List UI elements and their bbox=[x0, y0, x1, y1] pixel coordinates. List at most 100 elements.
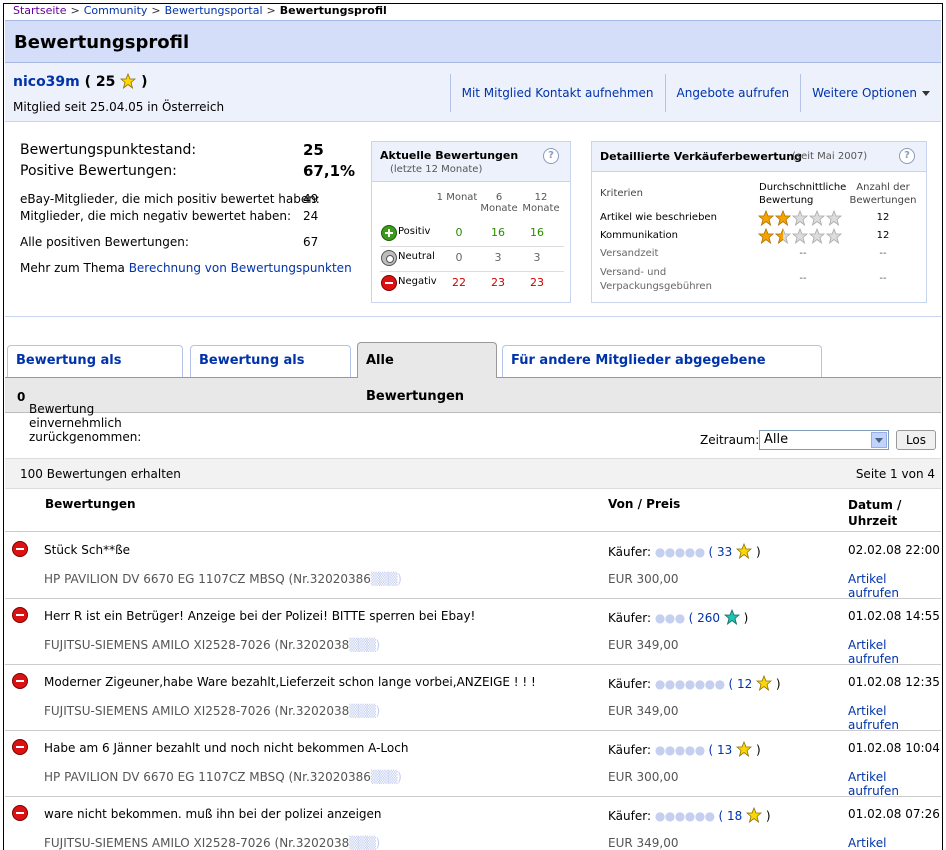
buyer-score[interactable]: 12 bbox=[737, 677, 752, 691]
criterion-count: 12 bbox=[876, 212, 890, 223]
buyer-name-obscured[interactable]: ●●●●●●● bbox=[655, 677, 725, 691]
star-icon bbox=[736, 543, 753, 559]
feedback-summary: Bewertungspunktestand: 25 Positive Bewer… bbox=[5, 123, 941, 317]
more-options-menu[interactable]: Weitere Optionen bbox=[800, 74, 941, 112]
positive-icon bbox=[381, 225, 397, 241]
recent-row-negative: Negativ 22 23 23 bbox=[380, 272, 564, 297]
buyer-name-obscured[interactable]: ●●●●● bbox=[655, 545, 705, 559]
rating-star bbox=[825, 228, 843, 244]
view-item-link[interactable]: Artikel aufrufen bbox=[848, 836, 941, 850]
item-price: EUR 349,00 bbox=[608, 638, 679, 652]
feedback-date: 01.02.08 14:55 bbox=[848, 609, 940, 623]
star-icon bbox=[736, 741, 753, 757]
tab-buyer-feedback[interactable]: Bewertung als Käufer bbox=[190, 345, 351, 398]
cell: 3 bbox=[494, 251, 502, 264]
rating-stars bbox=[758, 228, 843, 244]
detailed-ratings-box: Detaillierte Verkäuferbewertung (seit Ma… bbox=[591, 141, 927, 303]
cell: 0 bbox=[455, 226, 463, 239]
criteria-header: Kriterien bbox=[600, 188, 643, 199]
negative-icon bbox=[12, 805, 28, 821]
negative-icon bbox=[12, 673, 28, 689]
table-header: Bewertungen Von / Preis Datum / Uhrzeit bbox=[5, 489, 941, 532]
detailed-ratings-since: (seit Mai 2007) bbox=[792, 151, 868, 162]
neg-members-label: Mitglieder, die mich negativ bewertet ha… bbox=[20, 209, 292, 223]
more-info: Mehr zum Thema Berechnung von Bewertungs… bbox=[20, 261, 352, 275]
buyer-name-obscured[interactable]: ●●● bbox=[655, 611, 685, 625]
buyer-name-obscured[interactable]: ●●●●● bbox=[655, 743, 705, 757]
score-value: 25 bbox=[303, 141, 324, 159]
breadcrumb-bewertungsportal[interactable]: Bewertungsportal bbox=[165, 4, 263, 17]
tab-bar: Bewertung als Verkäufer Bewertung als Kä… bbox=[5, 342, 941, 404]
score-calculation-link[interactable]: Berechnung von Bewertungspunkten bbox=[129, 261, 352, 275]
buyer-name-obscured[interactable]: ●●●●●● bbox=[655, 809, 715, 823]
help-icon[interactable]: ? bbox=[543, 148, 559, 164]
buyer-score[interactable]: 33 bbox=[717, 545, 732, 559]
cell: 16 bbox=[491, 226, 505, 239]
table-row: Stück Sch**ße Käufer: ●●●●● ( 33 ) 02.02… bbox=[5, 533, 941, 600]
page-indicator: Seite 1 von 4 bbox=[855, 467, 935, 481]
table-row: ware nicht bekommen. muß ihn bei der pol… bbox=[5, 797, 941, 850]
feedback-comment: Herr R ist ein Betrüger! Anzeige bei der… bbox=[44, 609, 476, 623]
cell: 22 bbox=[452, 276, 466, 289]
item-price: EUR 349,00 bbox=[608, 836, 679, 850]
star-icon bbox=[756, 675, 773, 691]
buyer-prefix: Käufer: bbox=[608, 677, 651, 691]
rating-star bbox=[791, 228, 809, 244]
rating-star bbox=[758, 228, 775, 244]
filter-bar: Zeitraum: Alle Los bbox=[5, 414, 941, 459]
item-price: EUR 349,00 bbox=[608, 704, 679, 718]
feedback-comment: Habe am 6 Jänner bezahlt und noch nicht … bbox=[44, 741, 409, 755]
detailed-ratings-header: Detaillierte Verkäuferbewertung (seit Ma… bbox=[592, 142, 926, 172]
header-date: Datum / Uhrzeit bbox=[848, 498, 902, 528]
buyer-prefix: Käufer: bbox=[608, 743, 651, 757]
feedback-date: 02.02.08 22:00 bbox=[848, 543, 940, 557]
count-bar: 100 Bewertungen erhalten Seite 1 von 4 bbox=[5, 459, 941, 489]
chevron-down-icon[interactable] bbox=[871, 432, 887, 448]
user-score-open: ( 25 bbox=[84, 74, 116, 90]
cell: 0 bbox=[455, 251, 463, 264]
recent-ratings-title: Aktuelle Bewertungen bbox=[380, 149, 519, 162]
user-actions: Mit Mitglied Kontakt aufnehmen Angebote … bbox=[449, 74, 941, 112]
count-header: Anzahl der Bewertungen bbox=[849, 182, 917, 206]
negative-icon bbox=[12, 541, 28, 557]
view-item-link[interactable]: Artikel aufrufen bbox=[848, 638, 941, 666]
rating-stars bbox=[758, 210, 843, 226]
negative-icon bbox=[12, 739, 28, 755]
item-title: FUJITSU-SIEMENS AMILO XI2528-7026 (Nr.32… bbox=[44, 836, 380, 850]
item-title: HP PAVILION DV 6670 EG 1107CZ MBSQ (Nr.3… bbox=[44, 770, 402, 784]
view-item-link[interactable]: Artikel aufrufen bbox=[848, 704, 941, 732]
buyer-score[interactable]: 18 bbox=[727, 809, 742, 823]
tab-all-feedback[interactable]: Alle Bewertungen bbox=[357, 342, 497, 404]
more-options-label: Weitere Optionen bbox=[812, 86, 917, 100]
username-link[interactable]: nico39m bbox=[13, 74, 80, 90]
buyer-cell: Käufer: ●●●●● ( 13 ) bbox=[608, 741, 761, 757]
criterion-count: 12 bbox=[876, 230, 890, 241]
row-label: Neutral bbox=[398, 251, 435, 262]
criterion-label: Versand- und Verpackungsgebühren bbox=[600, 267, 712, 292]
period-select[interactable]: Alle bbox=[759, 430, 889, 450]
view-item-link[interactable]: Artikel aufrufen bbox=[848, 770, 941, 798]
item-title: FUJITSU-SIEMENS AMILO XI2528-7026 (Nr.32… bbox=[44, 704, 380, 718]
breadcrumb-current: Bewertungsprofil bbox=[279, 4, 387, 17]
tab-feedback-left[interactable]: Für andere Mitglieder abgegebene Bewertu… bbox=[502, 345, 822, 398]
help-icon[interactable]: ? bbox=[899, 148, 915, 164]
positive-value: 67,1% bbox=[303, 162, 356, 180]
buyer-cell: Käufer: ●●● ( 260 ) bbox=[608, 609, 749, 625]
buyer-score[interactable]: 260 bbox=[697, 611, 720, 625]
item-title: HP PAVILION DV 6670 EG 1107CZ MBSQ (Nr.3… bbox=[44, 572, 402, 586]
tab-seller-feedback[interactable]: Bewertung als Verkäufer bbox=[7, 345, 183, 398]
buyer-prefix: Käufer: bbox=[608, 809, 651, 823]
view-listings-link[interactable]: Angebote aufrufen bbox=[664, 74, 801, 112]
contact-member-link[interactable]: Mit Mitglied Kontakt aufnehmen bbox=[449, 74, 665, 112]
feedback-comment: ware nicht bekommen. muß ihn bei der pol… bbox=[44, 807, 382, 821]
go-button[interactable]: Los bbox=[896, 430, 936, 450]
breadcrumb-community[interactable]: Community bbox=[84, 4, 148, 17]
breadcrumb-startseite[interactable]: Startseite bbox=[13, 4, 67, 17]
turquoise-star-icon bbox=[723, 609, 740, 625]
row-label: Positiv bbox=[398, 226, 431, 237]
table-row: Herr R ist ein Betrüger! Anzeige bei der… bbox=[5, 599, 941, 666]
header-from-price: Von / Preis bbox=[608, 497, 681, 511]
view-item-link[interactable]: Artikel aufrufen bbox=[848, 572, 941, 600]
recent-ratings-subtitle: (letzte 12 Monate) bbox=[390, 164, 483, 175]
buyer-score[interactable]: 13 bbox=[717, 743, 732, 757]
